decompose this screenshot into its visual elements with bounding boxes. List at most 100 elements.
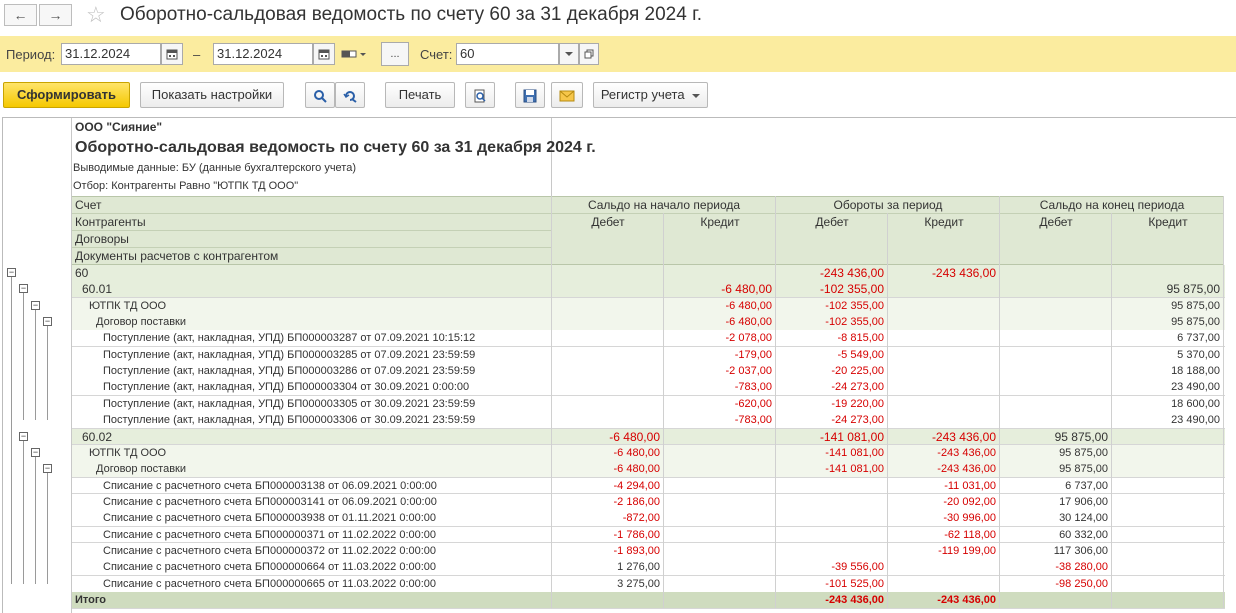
date-from-calendar-button[interactable] bbox=[161, 43, 183, 65]
favorite-star-icon[interactable]: ☆ bbox=[86, 2, 106, 28]
collapse-toggle-icon[interactable]: − bbox=[43, 464, 52, 474]
row-label: Поступление (акт, накладная, УПД) БП0000… bbox=[103, 332, 476, 345]
row-label: ЮТПК ТД ООО bbox=[89, 299, 167, 312]
table-row[interactable]: Поступление (акт, накладная, УПД) БП0000… bbox=[72, 412, 1225, 429]
cell-value: -6 480,00 bbox=[613, 463, 660, 476]
table-row[interactable]: Списание с расчетного счета БП000000371 … bbox=[72, 526, 1225, 543]
table-row[interactable]: 60.02 -6 480,00 -141 081,00 -243 436,00 95 8… bbox=[72, 428, 1225, 445]
table-row[interactable]: Поступление (акт, накладная, УПД) БП0000… bbox=[72, 363, 1225, 380]
print-preview-button[interactable] bbox=[465, 82, 495, 108]
period-type-dropdown[interactable] bbox=[341, 47, 369, 61]
column-divider bbox=[1223, 196, 1224, 609]
cell-value: 60 332,00 bbox=[1059, 528, 1108, 541]
cell-value: 95 875,00 bbox=[1166, 282, 1220, 297]
collapse-toggle-icon[interactable]: − bbox=[7, 268, 16, 277]
report-spreadsheet[interactable]: ООО "Сияние" Оборотно-сальдовая ведомост… bbox=[2, 117, 1236, 613]
accounting-register-button[interactable]: Регистр учета bbox=[593, 82, 708, 108]
table-row[interactable]: Договор поставки -6 480,00 -141 081,00 -243… bbox=[72, 461, 1225, 478]
row-label: Списание с расчетного счета БП000003141 … bbox=[103, 495, 437, 508]
cell-value bbox=[664, 527, 772, 543]
table-row[interactable]: Договор поставки -6 480,00 -102 355,00 95 8… bbox=[72, 314, 1225, 331]
collapse-toggle-icon[interactable]: − bbox=[31, 300, 40, 310]
table-row[interactable]: Списание с расчетного счета БП000000665 … bbox=[72, 575, 1225, 592]
collapse-toggle-icon[interactable]: − bbox=[31, 447, 40, 457]
column-divider bbox=[1111, 213, 1112, 609]
account-dropdown-button[interactable] bbox=[559, 43, 579, 65]
cell-value: -179,00 bbox=[734, 348, 772, 361]
collapse-toggle-icon[interactable]: − bbox=[43, 317, 52, 327]
search-next-button[interactable] bbox=[335, 82, 365, 108]
account-open-button[interactable] bbox=[579, 43, 599, 65]
table-row[interactable]: Списание с расчетного счета БП000003141 … bbox=[72, 493, 1225, 510]
print-button[interactable]: Печать bbox=[385, 82, 455, 108]
table-row[interactable]: Поступление (акт, накладная, УПД) БП0000… bbox=[72, 330, 1225, 347]
table-row[interactable]: 60 -243 436,00 -243 436,00 bbox=[72, 265, 1225, 281]
column-divider bbox=[663, 213, 664, 609]
send-email-button[interactable] bbox=[551, 82, 583, 108]
cell-value: -6 480,00 bbox=[609, 429, 660, 444]
cell-value bbox=[888, 576, 996, 592]
header-documents: Документы расчетов с контрагентом bbox=[75, 249, 279, 263]
collapse-toggle-icon[interactable]: − bbox=[19, 284, 28, 294]
cell-value bbox=[1112, 559, 1220, 575]
table-row[interactable]: Поступление (акт, накладная, УПД) БП0000… bbox=[72, 346, 1225, 363]
show-settings-button[interactable]: Показать настройки bbox=[140, 82, 284, 108]
cell-value: -30 996,00 bbox=[943, 512, 996, 525]
cell-value bbox=[1112, 510, 1220, 526]
column-divider bbox=[999, 196, 1000, 609]
table-row[interactable]: 60.01 -6 480,00 -102 355,00 95 875,00 bbox=[72, 281, 1225, 298]
date-to-field[interactable]: 31.12.2024 bbox=[213, 43, 313, 65]
table-row[interactable]: ЮТПК ТД ООО -6 480,00 -141 081,00 -243 436,… bbox=[72, 444, 1225, 461]
account-field[interactable]: 60 bbox=[456, 43, 559, 65]
cell-value: 17 906,00 bbox=[1059, 495, 1108, 508]
total-row[interactable]: Итого -243 436,00 -243 436,00 bbox=[72, 592, 1225, 608]
table-row[interactable]: Поступление (акт, накладная, УПД) БП0000… bbox=[72, 395, 1225, 412]
header-turnover-credit: Кредит bbox=[924, 215, 964, 229]
cell-value: -243 436,00 bbox=[931, 266, 996, 280]
cell-value bbox=[552, 281, 660, 297]
cell-value bbox=[888, 314, 996, 330]
cell-value: -243 436,00 bbox=[937, 446, 996, 459]
column-divider bbox=[887, 213, 888, 609]
header-opening-balance: Сальдо на начало периода bbox=[587, 198, 741, 212]
cell-value: -243 436,00 bbox=[825, 594, 884, 606]
table-row[interactable]: Поступление (акт, накладная, УПД) БП0000… bbox=[72, 379, 1225, 396]
table-row[interactable]: Списание с расчетного счета БП000003938 … bbox=[72, 510, 1225, 527]
cell-value bbox=[552, 347, 660, 363]
cell-value: -1 893,00 bbox=[613, 544, 660, 557]
search-button[interactable] bbox=[305, 82, 335, 108]
cell-value bbox=[664, 445, 772, 461]
cell-value: -141 081,00 bbox=[825, 463, 884, 476]
cell-value bbox=[776, 527, 884, 543]
envelope-icon bbox=[559, 90, 575, 102]
generate-button[interactable]: Сформировать bbox=[3, 82, 130, 108]
date-from-field[interactable]: 31.12.2024 bbox=[61, 43, 161, 65]
row-label: 60.02 bbox=[82, 429, 113, 444]
forward-button[interactable]: → bbox=[39, 4, 72, 26]
cell-value: -141 081,00 bbox=[819, 429, 884, 444]
save-button[interactable] bbox=[515, 82, 545, 108]
report-output-data: Выводимые данные: БУ (данные бухгалтерск… bbox=[73, 162, 356, 174]
cell-value: -24 273,00 bbox=[831, 381, 884, 394]
cell-value bbox=[776, 494, 884, 510]
cell-value: -62 118,00 bbox=[944, 528, 996, 541]
search-refresh-icon bbox=[343, 90, 357, 103]
cell-value bbox=[664, 543, 772, 559]
title-block-separator bbox=[551, 118, 552, 198]
period-select-button[interactable]: ... bbox=[381, 42, 409, 66]
header-counterparties: Контрагенты bbox=[75, 215, 146, 229]
table-row[interactable]: ЮТПК ТД ООО -6 480,00 -102 355,00 95 875,00 bbox=[72, 297, 1225, 314]
header-opening-debit: Дебет bbox=[591, 215, 625, 229]
table-row[interactable]: Списание с расчетного счета БП000000372 … bbox=[72, 542, 1225, 559]
cell-value bbox=[888, 396, 996, 412]
collapse-toggle-icon[interactable]: − bbox=[19, 431, 28, 441]
date-to-calendar-button[interactable] bbox=[313, 43, 335, 65]
row-label: Поступление (акт, накладная, УПД) БП0000… bbox=[103, 365, 476, 378]
header-turnover-debit: Дебет bbox=[815, 215, 849, 229]
period-dash: – bbox=[193, 47, 201, 62]
back-button[interactable]: ← bbox=[4, 4, 37, 26]
total-label: Итого bbox=[75, 594, 107, 606]
table-row[interactable]: Списание с расчетного счета БП000003138 … bbox=[72, 477, 1225, 494]
tree-line bbox=[47, 473, 48, 584]
table-row[interactable]: Списание с расчетного счета БП000000664 … bbox=[72, 559, 1225, 576]
